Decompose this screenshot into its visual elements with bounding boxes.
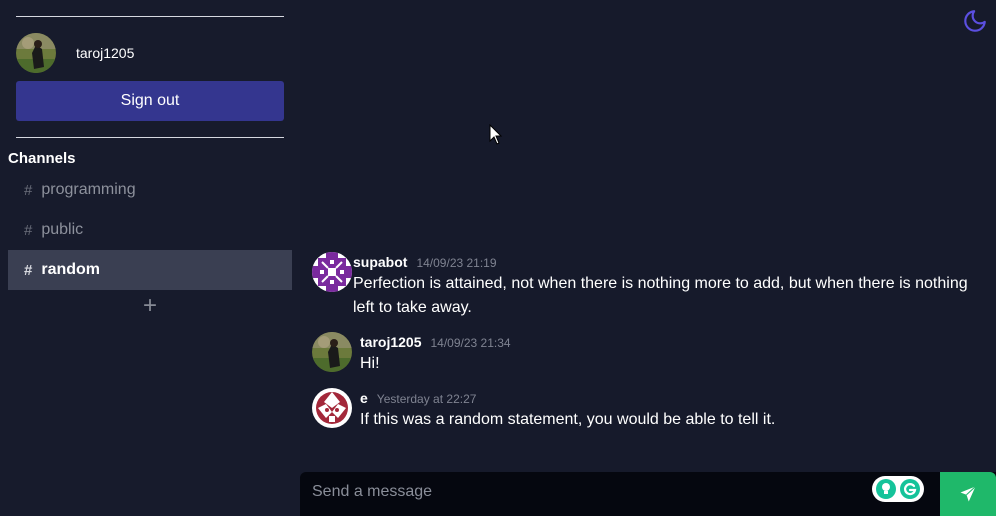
message: taroj1205 14/09/23 21:34 Hi!: [312, 332, 992, 376]
message-body: taroj1205 14/09/23 21:34 Hi!: [360, 334, 980, 376]
message-text: If this was a random statement, you woul…: [360, 411, 776, 428]
message: supabot 14/09/23 21:19 Perfection is att…: [312, 252, 992, 322]
avatar[interactable]: [312, 332, 352, 372]
lightbulb-icon: [876, 479, 896, 499]
message-author: supabot: [353, 254, 408, 270]
hash-icon: #: [24, 181, 33, 199]
divider: [16, 137, 284, 138]
message-timestamp: 14/09/23 21:34: [430, 336, 511, 350]
channel-label: random: [41, 261, 101, 278]
theme-toggle-button[interactable]: [962, 8, 988, 34]
plus-icon: +: [142, 292, 157, 319]
message-input[interactable]: [300, 472, 860, 512]
channel-label: programming: [41, 181, 136, 198]
channels-heading: Channels: [8, 150, 76, 167]
message: e Yesterday at 22:27 If this was a rando…: [312, 388, 992, 432]
message-body: e Yesterday at 22:27 If this was a rando…: [360, 390, 980, 432]
mouse-cursor-icon: [489, 124, 503, 145]
avatar[interactable]: [312, 388, 352, 428]
message-composer: [300, 472, 996, 516]
sidebar: taroj1205 Sign out Channels # programmin…: [0, 0, 300, 516]
channel-programming[interactable]: # programming: [8, 170, 292, 210]
divider: [16, 16, 284, 17]
username: taroj1205: [76, 45, 135, 61]
message-timestamp: 14/09/23 21:19: [416, 256, 497, 270]
hash-icon: #: [24, 261, 33, 279]
message-author: e: [360, 390, 368, 406]
moon-icon: [964, 10, 986, 32]
hash-icon: #: [24, 221, 33, 239]
channel-random[interactable]: # random: [8, 250, 292, 290]
sign-out-button[interactable]: Sign out: [16, 81, 284, 121]
avatar[interactable]: [312, 252, 352, 292]
user-profile: taroj1205: [16, 33, 134, 73]
message-body: supabot 14/09/23 21:19 Perfection is att…: [353, 254, 993, 320]
message-author: taroj1205: [360, 334, 422, 350]
avatar[interactable]: [16, 33, 56, 73]
paper-plane-icon: [960, 486, 976, 502]
grammarly-icon: [900, 479, 920, 499]
message-text: Perfection is attained, not when there i…: [353, 275, 968, 316]
send-button[interactable]: [940, 472, 996, 516]
add-channel-button[interactable]: +: [138, 294, 162, 318]
message-text: Hi!: [360, 355, 380, 372]
channel-label: public: [41, 221, 84, 238]
message-timestamp: Yesterday at 22:27: [376, 392, 477, 406]
grammarly-widget[interactable]: [872, 476, 924, 502]
channel-public[interactable]: # public: [8, 210, 292, 250]
